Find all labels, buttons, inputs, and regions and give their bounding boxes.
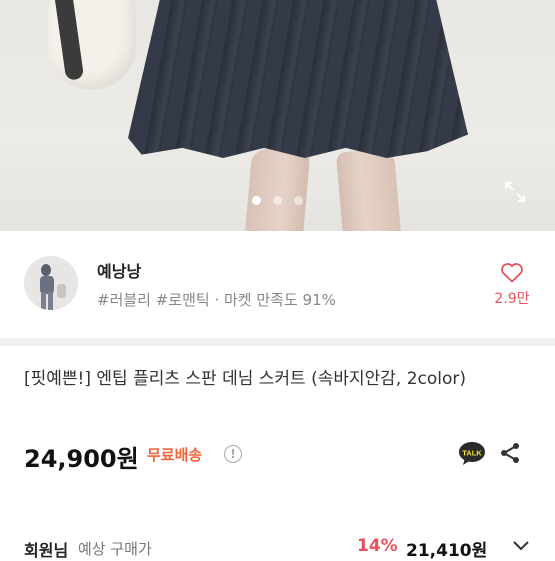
- carousel-dots: [0, 196, 555, 205]
- product-image[interactable]: [0, 0, 555, 231]
- talk-icon[interactable]: TALK: [457, 440, 487, 466]
- heart-icon[interactable]: [500, 261, 524, 283]
- avatar[interactable]: [24, 256, 78, 310]
- seller-section[interactable]: 예낭낭 #러블리 #로맨틱 · 마켓 만족도 91% 2.9만: [0, 231, 555, 338]
- leg-decor-right: [335, 147, 403, 231]
- share-icon[interactable]: [498, 441, 522, 465]
- expand-icon[interactable]: [503, 180, 527, 204]
- leg-decor-left: [243, 147, 311, 231]
- section-divider: [0, 338, 555, 346]
- member-label: 회원님: [24, 541, 69, 560]
- carousel-dot[interactable]: [273, 196, 282, 205]
- product-title: [핏예쁜!] 엔팁 플리츠 스판 데님 스커트 (속바지안감, 2color): [24, 369, 467, 389]
- like-count: 2.9만: [494, 291, 530, 307]
- carousel-dot[interactable]: [252, 196, 261, 205]
- info-icon[interactable]: !: [224, 445, 242, 463]
- product-price: 24,900원: [24, 445, 139, 473]
- member-sub-label: 예상 구매가: [78, 540, 152, 558]
- svg-text:TALK: TALK: [462, 449, 482, 458]
- seller-tags: #러블리 #로맨틱 · 마켓 만족도 91%: [97, 291, 336, 309]
- seller-name[interactable]: 예낭낭: [97, 258, 141, 282]
- avatar-image: [24, 256, 78, 310]
- member-price: 21,410원: [406, 541, 488, 561]
- skirt-decor: [128, 0, 468, 158]
- chevron-down-icon[interactable]: [512, 540, 530, 552]
- carousel-dot[interactable]: [294, 196, 303, 205]
- shipping-badge: 무료배송: [147, 446, 203, 464]
- discount-rate: 14%: [357, 536, 398, 556]
